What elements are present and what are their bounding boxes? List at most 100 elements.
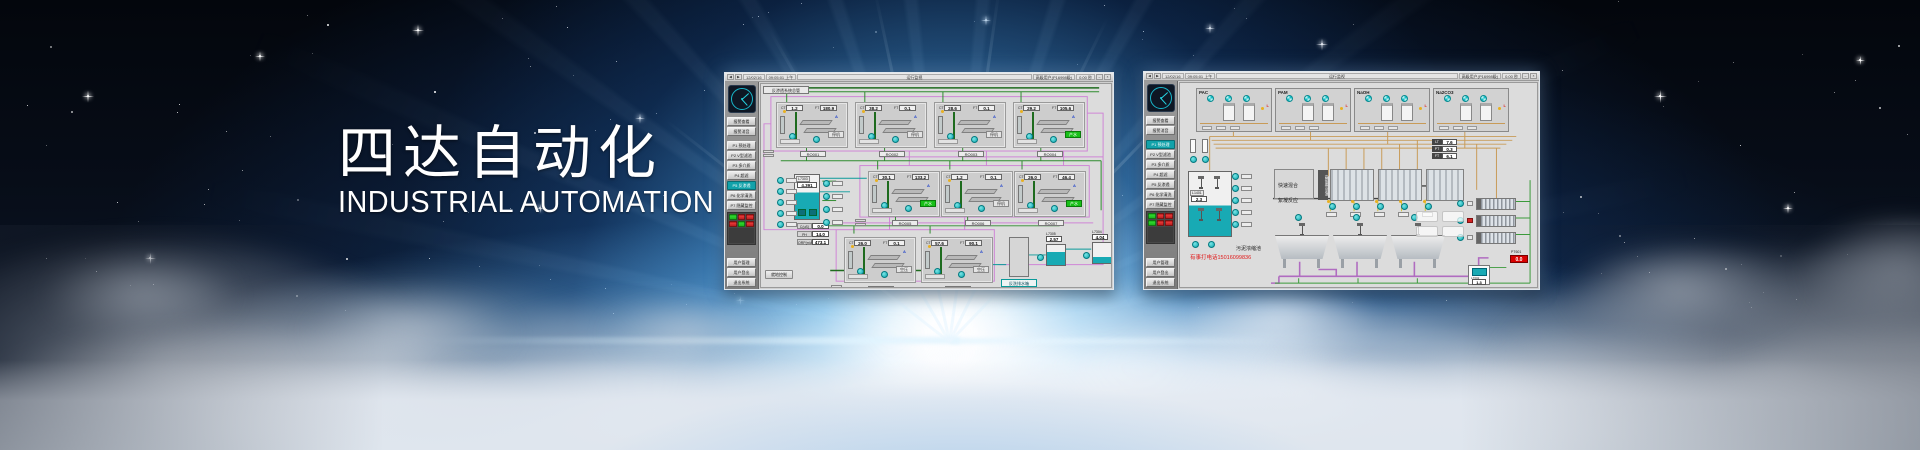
local-control-button[interactable]: 就地控制 [765,270,793,279]
sidebar-nav-button[interactable]: P3 多介质 [727,161,756,170]
valve-dot [1020,110,1023,113]
pump-icon [777,177,784,184]
display-label: FT [973,106,977,110]
status-badge: 停机 [993,200,1009,207]
pipe-tag [832,220,843,225]
filter-press [1476,215,1516,227]
status-badge: 产水 [1066,200,1082,207]
ro-unit-label: RO006 [965,220,991,226]
alarm-button[interactable]: 报警查看 [727,117,756,126]
status-cell [1157,220,1165,226]
press-valve [1467,201,1473,206]
tank-leg [1283,259,1286,268]
titlebar-time: 09:05:01 上午 [1185,73,1216,79]
sidebar-nav-button[interactable]: P6 化学清洗 [1146,190,1175,199]
membrane-vessel [867,255,901,260]
value-display: 90.1 [965,240,982,246]
value-display: 180.9 [820,105,837,111]
status-badge: 产水 [920,200,936,207]
dosing-pipe [1437,123,1505,124]
status-badge: 停机 [986,131,1002,138]
user-button[interactable]: 用户管理 [1146,258,1175,267]
sidebar-nav-button[interactable]: P2 V型滤池 [1146,150,1175,159]
spacer [727,247,756,257]
sidebar-nav-button[interactable]: P5 反渗透 [1146,180,1175,189]
sidebar-nav-button[interactable]: P3 多介质 [1146,160,1175,169]
sidebar-nav-button[interactable]: P7 隐藏监控 [1146,200,1175,209]
ro-unit-label: RO003 [958,151,984,157]
hero-banner[interactable]: 四达自动化 INDUSTRIAL AUTOMATION ◀▶12/02/1609… [0,0,1920,450]
close-button[interactable]: × [1104,74,1111,80]
pipe-tag [1241,174,1252,179]
pt-display: 0.0 [1510,255,1528,263]
pipe-tag [1241,186,1252,191]
value-display: 26.0 [854,240,871,246]
screen-body: 报警查看报警消音 P1 预处理P2 V型滤池P3 多介质P4 超滤P5 反渗透P6… [1144,81,1539,289]
nav-right-button[interactable]: ▶ [1154,73,1161,79]
backwash-tank-label: 反洗排水箱 [1001,279,1037,287]
mixer-icon [1298,223,1306,236]
valve-dot [783,110,786,113]
pump-icon [1192,241,1199,248]
mixer-icon [1213,176,1221,189]
close-button[interactable]: × [1530,73,1537,79]
dosing-tank [1243,103,1255,121]
alarm-button[interactable]: 报警消音 [727,127,756,136]
pipe-tag [832,207,843,212]
titlebar-time: 09:05:01 上午 [766,74,797,80]
io-chip [1017,139,1037,144]
alarm-button[interactable]: 报警查看 [1146,116,1175,125]
scada-screenshot-pretreatment[interactable]: ◀▶12/02/1609:05:01 上午运行监视高级用户(P16998级)0.… [1143,71,1540,290]
tank-body [1092,242,1112,264]
agitator-icon [1304,95,1311,102]
agitator-icon [1444,95,1451,102]
pipe-tag [1374,212,1385,217]
pump-icon [1083,252,1090,259]
sidebar-nav-button[interactable]: P2 V型滤池 [727,151,756,160]
pump-icon [1353,203,1360,210]
status-cell [1157,213,1165,219]
sidebar-nav-button[interactable]: P4 超滤 [1146,170,1175,179]
sidebar-nav-button[interactable]: P1 预处理 [727,141,756,150]
ro-unit-label: RO007 [1038,220,1064,226]
status-badge: 空压 [896,266,912,273]
pipe-tag [832,194,843,199]
nav-left-button[interactable]: ◀ [727,74,734,80]
titlebar-date: 12/02/16 [1162,73,1184,79]
membrane-vessel [878,120,912,125]
sidebar-nav-button[interactable]: P6 化学清洗 [727,191,756,200]
pump-icon [1190,156,1197,163]
alarm-button[interactable]: 报警消音 [1146,126,1175,135]
pump-icon [1232,185,1239,192]
value-display: 105.6 [1057,105,1074,111]
process-canvas: PACLPAMLNaOHLNa2CO3LL14012.3快速混合絮凝反应高密度沉… [1179,82,1538,288]
pump-icon [1329,203,1336,210]
scada-screenshot-ro-system[interactable]: ◀▶12/02/1609:05:01 上午运行监视高级用户(P16998级)0.… [724,72,1114,290]
meter-label: PH [797,231,812,237]
minimize-button[interactable]: – [1522,73,1529,79]
valve-dot [928,245,931,248]
valve-dot [1327,200,1330,203]
user-button[interactable]: 退出系统 [1146,278,1175,287]
nav-left-button[interactable]: ◀ [1146,73,1153,79]
sidebar-nav-button[interactable]: P4 超滤 [727,171,756,180]
minimize-button[interactable]: – [1096,74,1103,80]
user-button[interactable]: 用户管理 [727,258,756,267]
chemical-name-label: Na2CO3 [1436,90,1454,95]
value-display: 133.2 [912,174,929,180]
indicator-row [1148,220,1173,226]
sidebar-nav-button[interactable]: P7 隐藏监控 [727,201,756,210]
sidebar-nav-button[interactable]: P1 预处理 [1146,140,1175,149]
indicator-row [729,221,754,227]
mixer-icon [1197,208,1205,221]
alarm-mark: L [1425,103,1427,108]
user-button[interactable]: 退出系统 [727,278,756,287]
valve-dot [1375,200,1378,203]
sidebar-nav-button[interactable]: P5 反渗透 [727,181,756,190]
dosing-skid: Na2CO3L [1433,88,1509,132]
user-button[interactable]: 用户登出 [727,268,756,277]
user-button[interactable]: 用户登出 [1146,268,1175,277]
meter-label: C(uS) [797,223,812,229]
nav-right-button[interactable]: ▶ [735,74,742,80]
mini-table-value: 7.6 [1442,139,1457,145]
